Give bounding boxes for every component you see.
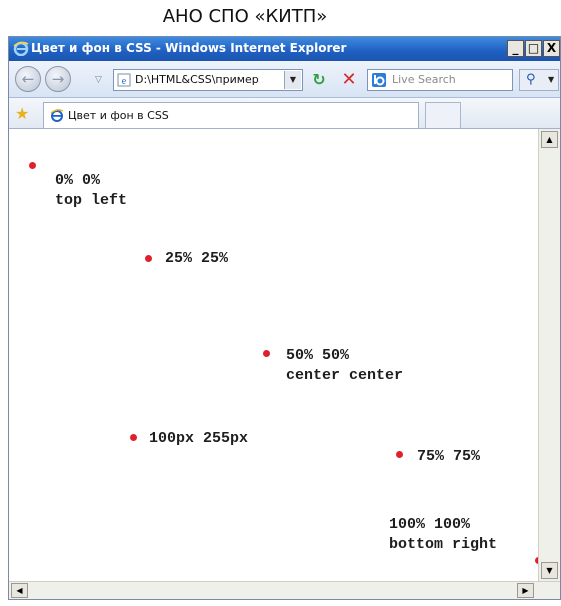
tab-current[interactable]: Цвет и фон в CSS bbox=[43, 102, 419, 128]
navigation-bar: ← → ▽ e D:\HTML&CSS\пример ▼ ↻ ✕ Live Se… bbox=[9, 61, 560, 98]
stop-icon[interactable]: ✕ bbox=[339, 70, 359, 90]
position-dot bbox=[145, 255, 152, 262]
tab-bar: ★ Цвет и фон в CSS bbox=[9, 98, 560, 129]
position-dot bbox=[396, 451, 403, 458]
search-button[interactable]: ⚲ ▼ bbox=[519, 69, 559, 91]
new-tab-button[interactable] bbox=[425, 102, 461, 128]
magnifier-icon: ⚲ bbox=[526, 72, 536, 87]
page-content: 0% 0% top left 25% 25% 50% 50% center ce… bbox=[9, 129, 542, 581]
ie-logo-icon bbox=[13, 41, 29, 56]
address-dropdown-icon[interactable]: ▼ bbox=[284, 71, 301, 89]
minimize-button[interactable]: _ bbox=[507, 40, 524, 57]
address-bar[interactable]: e D:\HTML&CSS\пример ▼ bbox=[113, 69, 303, 91]
horizontal-scrollbar[interactable]: ◀ ▶ bbox=[9, 581, 560, 599]
forward-arrow-icon: → bbox=[51, 70, 65, 88]
search-options-icon[interactable]: ▼ bbox=[548, 75, 554, 84]
page-icon: e bbox=[117, 73, 131, 87]
scroll-down-icon[interactable]: ▼ bbox=[541, 562, 558, 579]
scroll-up-icon[interactable]: ▲ bbox=[541, 131, 558, 148]
position-label: 100px 255px bbox=[149, 430, 249, 447]
svg-text:e: e bbox=[122, 76, 127, 87]
live-search-icon bbox=[372, 73, 386, 87]
position-label: 25% 25% bbox=[165, 250, 229, 267]
position-sublabel: bottom right bbox=[389, 536, 498, 553]
address-input[interactable]: D:\HTML&CSS\пример bbox=[135, 73, 259, 86]
back-button[interactable]: ← bbox=[15, 66, 41, 92]
position-dot bbox=[29, 162, 36, 169]
star-icon[interactable]: ★ bbox=[15, 104, 29, 123]
vertical-scrollbar[interactable]: ▲ ▼ bbox=[538, 129, 560, 581]
history-dropdown-icon[interactable]: ▽ bbox=[95, 75, 102, 85]
title-bar[interactable]: Цвет и фон в CSS - Windows Internet Expl… bbox=[9, 37, 560, 61]
maximize-button[interactable]: □ bbox=[525, 40, 542, 57]
tab-label: Цвет и фон в CSS bbox=[68, 109, 169, 122]
scroll-left-icon[interactable]: ◀ bbox=[11, 583, 28, 598]
position-dot bbox=[130, 434, 137, 441]
position-label: 0% 0% bbox=[55, 172, 101, 189]
window-title: Цвет и фон в CSS - Windows Internet Expl… bbox=[31, 41, 347, 55]
slide-caption: АНО СПО «КИТП» bbox=[162, 6, 328, 27]
search-input[interactable]: Live Search bbox=[392, 73, 456, 86]
position-dot bbox=[263, 350, 270, 357]
forward-button[interactable]: → bbox=[45, 66, 71, 92]
search-box[interactable]: Live Search bbox=[367, 69, 513, 91]
position-label: 100% 100% bbox=[389, 516, 471, 533]
position-sublabel: center center bbox=[286, 367, 404, 384]
window-controls: _ □ X bbox=[507, 40, 560, 58]
scroll-right-icon[interactable]: ▶ bbox=[517, 583, 534, 598]
browser-window: Цвет и фон в CSS - Windows Internet Expl… bbox=[8, 36, 561, 600]
back-arrow-icon: ← bbox=[21, 70, 35, 88]
position-label: 75% 75% bbox=[417, 448, 481, 465]
close-button[interactable]: X bbox=[543, 40, 560, 57]
ie-page-icon bbox=[50, 109, 64, 122]
position-sublabel: top left bbox=[55, 192, 128, 209]
position-label: 50% 50% bbox=[286, 347, 350, 364]
refresh-icon[interactable]: ↻ bbox=[309, 70, 329, 90]
